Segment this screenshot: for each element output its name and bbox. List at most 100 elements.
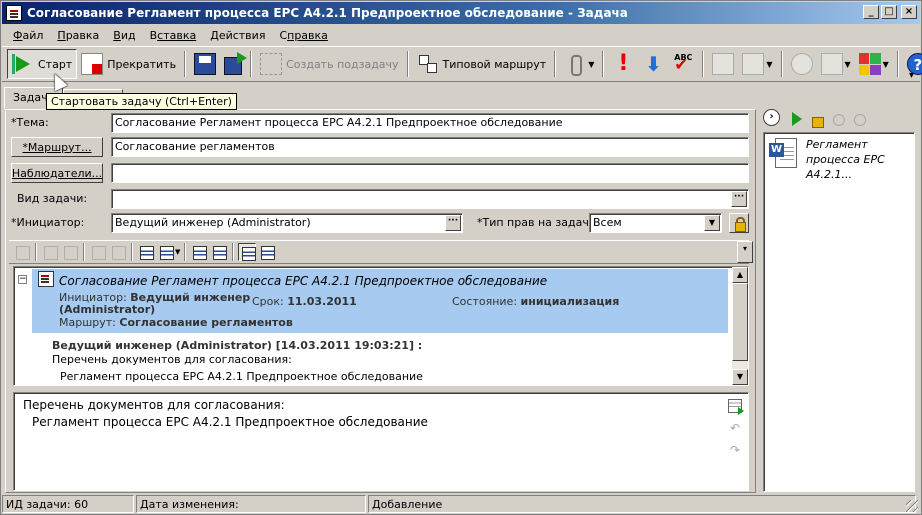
minimize-button[interactable]: _: [863, 5, 879, 19]
resize-grip[interactable]: [906, 500, 918, 512]
category-button[interactable]: ▼: [855, 49, 893, 79]
lock-attachment-icon[interactable]: [808, 110, 826, 128]
accept-icon[interactable]: [89, 243, 107, 261]
open-attachment-icon[interactable]: [787, 110, 805, 128]
route-icon: [417, 53, 439, 75]
undo-icon[interactable]: ↶: [728, 421, 742, 435]
menu-view-rest: ид: [120, 28, 136, 42]
tree-task-title: Согласование Регламент процесса EPC A4.2…: [59, 274, 548, 288]
menu-actions[interactable]: Действия: [203, 29, 272, 42]
spellcheck-button[interactable]: ABC: [668, 49, 698, 79]
attachment-name[interactable]: Регламент процесса EPC A4.2.1...: [806, 137, 911, 182]
chevron-down-icon[interactable]: ▼: [766, 60, 772, 69]
move-down-icon[interactable]: [210, 243, 228, 261]
maximize-button[interactable]: □: [881, 5, 897, 19]
subtoolbar-separator: [35, 243, 37, 261]
initiator-input[interactable]: Ведущий инженер (Administrator): [111, 213, 463, 233]
move-up-icon[interactable]: [190, 243, 208, 261]
menu-file[interactable]: Файл: [6, 29, 50, 42]
initiator-browse-button[interactable]: ···: [445, 215, 461, 231]
redo-icon[interactable]: ↷: [728, 443, 742, 457]
main-toolbar: Старт Прекратить Создать подзадачу Типов…: [2, 46, 922, 82]
subtoolbar-overflow-chevron[interactable]: ▾: [737, 241, 753, 263]
chevron-down-icon[interactable]: ▼: [845, 60, 851, 69]
route-input[interactable]: Согласование регламентов: [111, 137, 749, 157]
observers-button[interactable]: Наблюдатели...: [11, 163, 103, 183]
tree-button[interactable]: [708, 49, 738, 79]
comment-editor[interactable]: Перечень документов для согласования: Ре…: [13, 392, 749, 491]
expand-all-icon[interactable]: [137, 243, 155, 261]
menu-view[interactable]: Вид: [106, 29, 142, 42]
chevron-down-icon[interactable]: ▼: [588, 60, 594, 69]
start-button[interactable]: Старт: [7, 49, 78, 79]
collapse-panel-chevron-icon[interactable]: ›: [763, 109, 780, 126]
calendar-icon: [820, 53, 843, 75]
save-close-icon: [224, 52, 248, 75]
subtoolbar-separator: [131, 243, 133, 261]
insert-document-list-icon[interactable]: [728, 399, 744, 415]
calendar-button[interactable]: ▼: [817, 49, 855, 79]
scroll-down-button[interactable]: ▼: [732, 369, 748, 385]
history-toolbar: ▼: [9, 240, 749, 264]
remove-attachment-icon[interactable]: [850, 110, 868, 128]
menu-help[interactable]: Справка: [272, 29, 334, 42]
hierarchy-list-icon: [742, 53, 765, 75]
route-button[interactable]: *Маршрут...: [11, 137, 103, 157]
attach-button[interactable]: ▼: [560, 49, 598, 79]
copy-icon[interactable]: [13, 243, 31, 261]
template-route-button[interactable]: Типовой маршрут: [413, 49, 551, 79]
start-tooltip: Стартовать задачу (Ctrl+Enter): [46, 93, 237, 110]
subject-input[interactable]: Согласование Регламент процесса EPC A4.2…: [111, 113, 749, 133]
tree-collapse-toggle[interactable]: −: [18, 275, 27, 284]
task-icon: [38, 271, 54, 287]
toolbar-separator: [250, 51, 253, 77]
tree-state: Состояние: инициализация: [452, 295, 619, 308]
title-bar[interactable]: Согласование Регламент процесса EPC A4.2…: [2, 2, 920, 24]
template-route-label: Типовой маршрут: [442, 57, 547, 71]
find-attachment-icon[interactable]: [829, 110, 847, 128]
reminder-button[interactable]: [787, 49, 817, 79]
view-grid-icon[interactable]: [238, 243, 257, 261]
reject-icon[interactable]: [109, 243, 127, 261]
status-modified: Дата изменения:: [136, 495, 366, 513]
task-kind-label: Вид задачи:: [17, 192, 88, 205]
tree-dropdown-button[interactable]: ▼: [738, 49, 776, 79]
menu-help-rest: правка: [287, 28, 328, 42]
category-purple-block: [870, 64, 881, 75]
toolbar-overflow-chevron[interactable]: [909, 49, 917, 81]
rights-select[interactable]: Всем: [589, 213, 722, 233]
menu-insert-rest: ставка: [157, 28, 197, 42]
word-document-icon[interactable]: W: [769, 138, 797, 168]
scroll-up-button[interactable]: ▲: [732, 267, 748, 283]
stop-button[interactable]: Прекратить: [77, 49, 180, 79]
find-next-icon[interactable]: [61, 243, 79, 261]
chevron-down-icon[interactable]: ▼: [883, 60, 889, 69]
save-and-close-button[interactable]: [220, 49, 248, 79]
chevron-down-icon[interactable]: ▼: [175, 248, 180, 256]
save-button[interactable]: [190, 49, 220, 79]
comment-author: Ведущий инженер (Administrator) [14.03.2…: [52, 339, 423, 352]
scroll-thumb[interactable]: [732, 283, 748, 361]
task-history-tree: − Согласование Регламент процесса EPC A4…: [13, 266, 749, 386]
menu-insert-key: В: [149, 28, 158, 42]
tree-scrollbar[interactable]: ▲ ▼: [732, 267, 748, 385]
observers-input[interactable]: [111, 163, 749, 183]
tree-initiator-value-2: (Administrator): [59, 303, 156, 316]
collapse-dropdown-icon[interactable]: [157, 243, 175, 261]
tree-route: Маршрут: Согласование регламентов: [59, 316, 293, 329]
view-text-icon[interactable]: [258, 243, 276, 261]
menu-edit[interactable]: Правка: [50, 29, 106, 42]
task-kind-input[interactable]: [111, 189, 749, 209]
close-button[interactable]: ×: [901, 5, 917, 19]
menu-insert[interactable]: Вставка: [143, 29, 204, 42]
rights-dropdown-arrow[interactable]: ▼: [704, 215, 720, 231]
subtoolbar-separator: [184, 243, 187, 261]
importance-high-button[interactable]: !: [608, 49, 638, 79]
find-icon[interactable]: [41, 243, 59, 261]
lock-rights-button[interactable]: [729, 213, 749, 233]
subtoolbar-separator: [232, 243, 235, 261]
category-green-block: [870, 53, 881, 64]
importance-low-button[interactable]: ⬇: [638, 49, 668, 79]
task-kind-browse-button[interactable]: ···: [731, 191, 747, 207]
create-subtask-button[interactable]: Создать подзадачу: [256, 49, 402, 79]
